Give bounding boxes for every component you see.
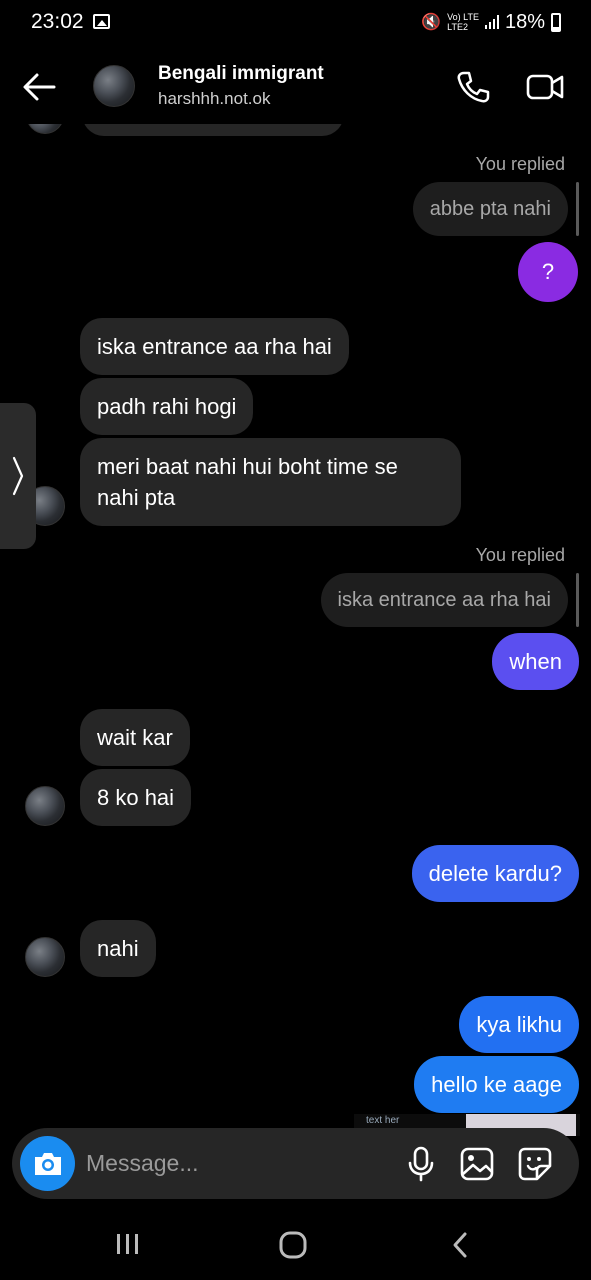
sent-message-bubble[interactable]: ?: [518, 242, 578, 302]
chat-thread[interactable]: You replied abbe pta nahi ? iska entranc…: [0, 0, 591, 1280]
sent-message-bubble[interactable]: kya likhu: [459, 996, 579, 1053]
camera-button[interactable]: [20, 1136, 75, 1191]
reply-indicator-bar: [576, 573, 579, 627]
received-message-bubble[interactable]: iska entrance aa rha hai: [80, 318, 349, 375]
side-drawer-tab[interactable]: [0, 403, 36, 549]
message-composer: [12, 1128, 579, 1199]
contact-avatar[interactable]: [25, 786, 65, 826]
contact-avatar[interactable]: [25, 937, 65, 977]
sent-message-bubble[interactable]: hello ke aage: [414, 1056, 579, 1113]
system-navigation-bar: [0, 1206, 591, 1280]
sent-message-bubble[interactable]: when: [492, 633, 579, 690]
you-replied-label: You replied: [475, 154, 565, 174]
received-message-bubble[interactable]: padh rahi hogi: [80, 378, 254, 435]
image-caption-text: text her: [366, 1115, 400, 1126]
contact-handle[interactable]: harshhh.not.ok: [158, 89, 270, 109]
reply-indicator-bar: [576, 182, 579, 236]
sticker-icon[interactable]: [517, 1146, 553, 1182]
back-nav-icon[interactable]: [448, 1230, 472, 1260]
home-icon[interactable]: [278, 1230, 308, 1260]
video-camera-icon[interactable]: [525, 69, 565, 105]
microphone-icon[interactable]: [405, 1146, 437, 1182]
reply-quote-bubble[interactable]: abbe pta nahi: [412, 182, 568, 236]
reply-quote-bubble[interactable]: iska entrance aa rha hai: [320, 573, 568, 627]
arrow-left-icon[interactable]: [20, 68, 58, 106]
received-message-bubble[interactable]: wait kar: [80, 709, 190, 766]
contact-avatar[interactable]: [93, 65, 135, 107]
message-input[interactable]: [86, 1142, 386, 1184]
phone-icon[interactable]: [455, 69, 491, 105]
received-message-bubble[interactable]: 8 ko hai: [80, 769, 192, 826]
chat-header: Bengali immigrant harshhh.not.ok: [0, 50, 591, 124]
contact-name[interactable]: Bengali immigrant: [158, 63, 324, 85]
you-replied-label: You replied: [475, 545, 565, 565]
received-message-bubble[interactable]: nahi: [80, 920, 156, 977]
gallery-icon[interactable]: [459, 1146, 495, 1182]
received-message-bubble[interactable]: meri baat nahi hui boht time se nahi pta: [80, 438, 461, 526]
chevron-right-icon: [12, 456, 24, 496]
recent-apps-icon[interactable]: [114, 1232, 142, 1256]
sent-message-bubble[interactable]: delete kardu?: [411, 845, 579, 902]
camera-icon: [34, 1152, 61, 1175]
